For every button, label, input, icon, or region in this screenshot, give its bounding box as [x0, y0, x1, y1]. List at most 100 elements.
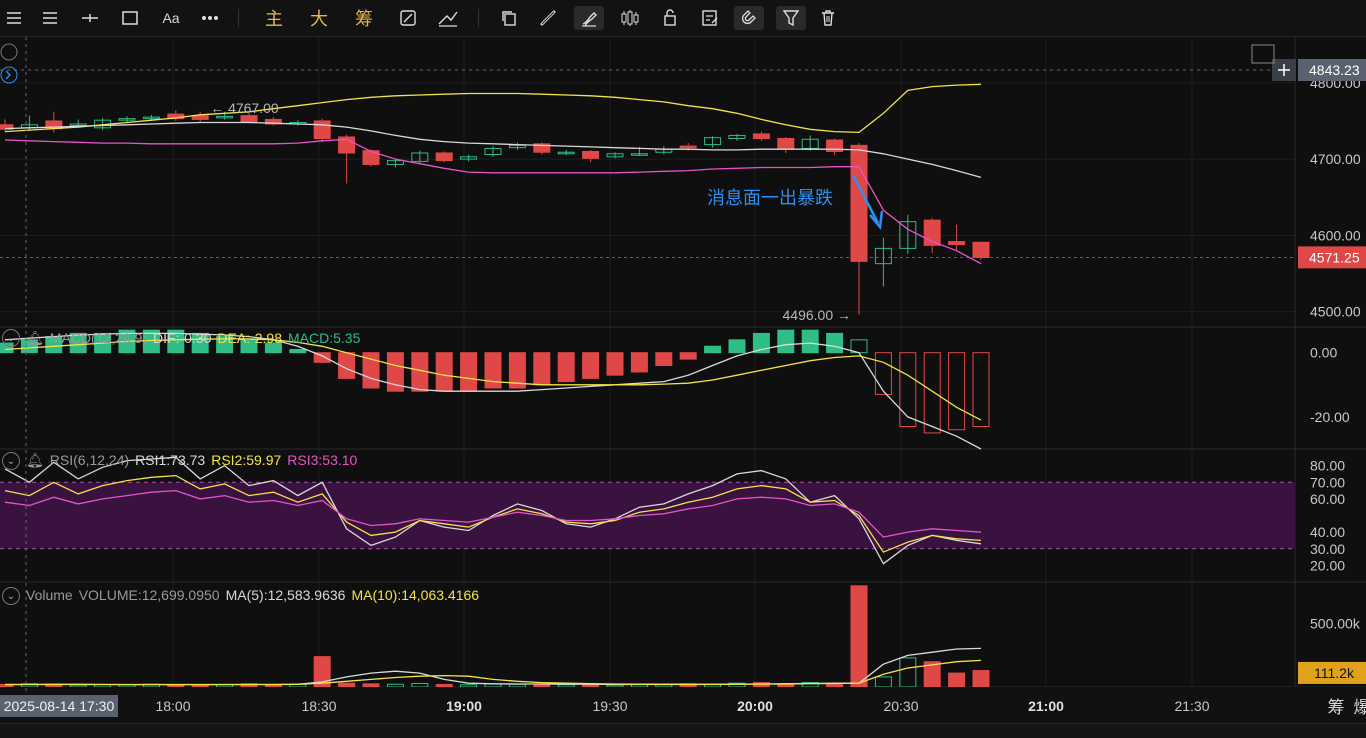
time-tick-label: 20:00: [737, 698, 773, 714]
chart-type-icon[interactable]: [38, 6, 62, 30]
trend-tool-icon[interactable]: [436, 6, 460, 30]
note-icon[interactable]: [698, 6, 722, 30]
rsi-tick-label: 80.00: [1310, 458, 1345, 474]
crosshair-time-label: 2025-08-14 17:30: [4, 698, 115, 714]
magnet-icon[interactable]: [734, 6, 764, 30]
volume-bar: [436, 684, 452, 687]
volume-bar: [778, 684, 794, 687]
candle-body: [583, 151, 599, 158]
rsi1-value: RSI1:73.73: [135, 452, 205, 468]
main-indicator-button[interactable]: 主: [262, 6, 286, 30]
price-high-label: ← 4767.00: [210, 100, 279, 116]
rsi-tick-label: 30.00: [1310, 541, 1345, 557]
time-tick-label: 21:30: [1174, 698, 1209, 714]
crosshair-price-label: 4843.23: [1309, 62, 1360, 78]
candle-body: [680, 146, 696, 148]
rsi-tick-label: 70.00: [1310, 474, 1345, 490]
chip-distribution-button[interactable]: 筹: [352, 6, 376, 30]
lock-icon[interactable]: [658, 6, 682, 30]
volume-value: VOLUME:12,699.0950: [79, 587, 220, 603]
volume-bar: [827, 684, 843, 687]
time-tick-label: 19:30: [592, 698, 627, 714]
rsi-collapse-icon[interactable]: ⌄: [2, 452, 20, 470]
filter-icon[interactable]: [776, 6, 806, 30]
volume-ma5: MA(5):12,583.9636: [226, 587, 346, 603]
candle-body: [753, 134, 769, 139]
brush-icon[interactable]: [574, 6, 604, 30]
candle-body: [314, 121, 330, 139]
rsi-bell-icon[interactable]: 🔔︎: [26, 452, 44, 468]
price-tick-label: 4700.00: [1310, 151, 1361, 167]
macd-bar: [631, 353, 647, 372]
rsi-tick-label: 40.00: [1310, 524, 1345, 540]
macd-tick-label: 0.00: [1310, 345, 1337, 361]
big-order-button[interactable]: 大: [307, 6, 331, 30]
menu-icon[interactable]: [2, 6, 26, 30]
macd-dea: DEA:-2.98: [217, 330, 282, 346]
macd-name: MACD(12,26,9): [50, 330, 147, 346]
copy-icon[interactable]: [497, 6, 521, 30]
time-tick-label: 21:00: [1028, 698, 1064, 714]
chart-toolbar: Aa 主 大 筹: [0, 0, 1366, 37]
candle-body: [973, 242, 989, 257]
horizontal-line-icon[interactable]: [78, 6, 102, 30]
macd-dif: DIF:-0.30: [153, 330, 211, 346]
volume-bar: [949, 673, 965, 687]
edit-shape-icon[interactable]: [396, 6, 420, 30]
volume-bar: [534, 684, 550, 687]
macd-title: 🔔︎ MACD(12,26,9) DIF:-0.30 DEA:-2.98 MACD:5.…: [26, 330, 366, 347]
macd-tick-label: -20.00: [1310, 409, 1350, 425]
macd-bar: [290, 349, 306, 352]
rsi3-value: RSI3:53.10: [287, 452, 357, 468]
candle-body: [192, 116, 208, 120]
macd-collapse-icon[interactable]: ⌄: [2, 329, 20, 347]
bottom-tabs-bar: [0, 723, 1366, 738]
macd-bell-icon[interactable]: 🔔︎: [26, 330, 44, 346]
volume-collapse-icon[interactable]: ⌄: [2, 587, 20, 605]
macd-bar: [534, 353, 550, 385]
kline-chart[interactable]: 4800.004700.004600.004500.000.00-20.0080…: [0, 37, 1366, 737]
volume-title: Volume VOLUME:12,699.0950 MA(5):12,583.963…: [26, 587, 485, 603]
macd-bar: [656, 353, 672, 366]
candles-icon[interactable]: [618, 6, 642, 30]
rsi-title: 🔔︎RSI(6,12,24)RSI1:73.73RSI2:59.97RSI3:5…: [26, 452, 363, 469]
time-tick-label: 18:00: [155, 698, 190, 714]
chart-background: [0, 37, 1366, 737]
volume-bar: [168, 685, 184, 687]
volume-bar: [339, 683, 355, 687]
font-button[interactable]: Aa: [158, 6, 184, 30]
time-tick-label: 20:30: [883, 698, 918, 714]
corner-label-2: 爆: [1354, 698, 1366, 717]
candle-body: [851, 145, 867, 261]
macd-bar: [583, 353, 599, 379]
candle-body: [241, 116, 257, 122]
volume-bar: [851, 586, 867, 687]
macd-bar: [485, 353, 501, 388]
volume-bar: [753, 683, 769, 687]
macd-bar: [436, 353, 452, 392]
candle-body: [778, 139, 794, 149]
rectangle-icon[interactable]: [118, 6, 142, 30]
macd-bar: [827, 333, 843, 352]
candle-body: [436, 153, 452, 161]
macd-bar: [680, 353, 696, 359]
macd-bar: [729, 340, 745, 353]
rsi-tick-label: 60.00: [1310, 491, 1345, 507]
trash-icon[interactable]: [816, 6, 840, 30]
ruler-icon[interactable]: [536, 6, 560, 30]
macd-bar: [461, 353, 477, 392]
volume-tick-label: 500.00k: [1310, 616, 1361, 632]
chart-canvas[interactable]: 4800.004700.004600.004500.000.00-20.0080…: [0, 37, 1366, 737]
last-price-label: 4571.25: [1309, 249, 1360, 265]
volume-last-label: 111.2k: [1314, 665, 1355, 681]
time-tick-label: 19:00: [446, 698, 482, 714]
time-tick-label: 18:30: [301, 698, 336, 714]
volume-bar: [363, 684, 379, 687]
macd-value: MACD:5.35: [288, 330, 360, 346]
rsi-tick-label: 20.00: [1310, 557, 1345, 573]
macd-bar: [778, 330, 794, 352]
macd-bar: [558, 353, 574, 382]
price-low-label: 4496.00 →: [783, 307, 852, 323]
more-icon[interactable]: [198, 6, 222, 30]
volume-name: Volume: [26, 587, 73, 603]
